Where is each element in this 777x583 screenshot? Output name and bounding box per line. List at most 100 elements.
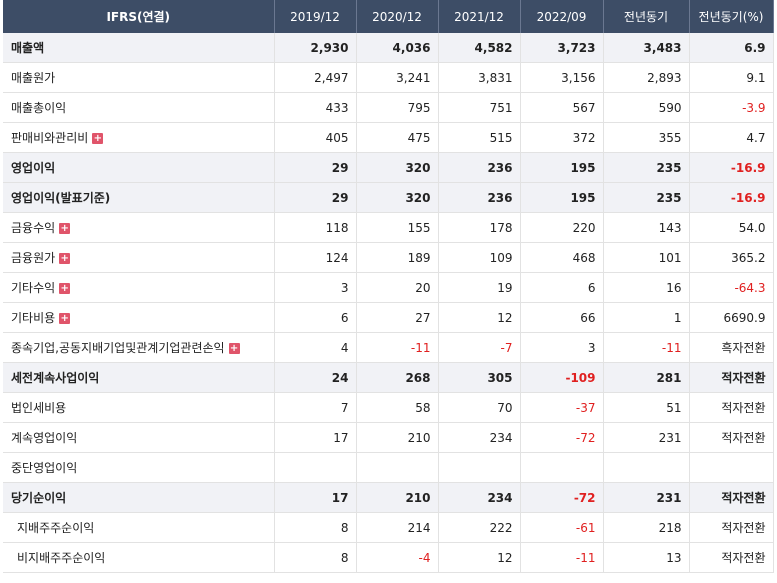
row-label-text: 금융원가 xyxy=(11,251,56,265)
value-cell: 101 xyxy=(603,242,690,273)
value-cell: -16.9 xyxy=(689,182,774,213)
value-cell: 355 xyxy=(603,122,690,153)
row-label: 매출총이익 xyxy=(3,92,275,123)
expand-plus-icon[interactable]: + xyxy=(59,253,71,264)
row-label-text: 기타수익 xyxy=(11,281,56,295)
value-cell: -61 xyxy=(520,512,604,543)
table-header-row: IFRS(연결) 2019/12 2020/12 2021/12 2022/09… xyxy=(3,0,774,33)
value-cell: -64.3 xyxy=(689,272,774,303)
row-label-text: 기타비용 xyxy=(11,311,56,325)
table-row: 종속기업,공동지배기업및관계기업관련손익 +4 -11 -7 3 -11 흑자전환 xyxy=(3,332,774,363)
row-label: 영업이익(발표기준) xyxy=(3,182,275,213)
value-cell: 적자전환 xyxy=(689,392,774,423)
value-cell: 9.1 xyxy=(689,62,774,93)
row-label-text: 매출총이익 xyxy=(11,101,67,115)
value-cell: 124 xyxy=(274,242,357,273)
table-row: 매출총이익 433 795 751 567 590 -3.9 xyxy=(3,92,774,123)
value-cell: 590 xyxy=(603,92,690,123)
value-cell: 7 xyxy=(274,392,357,423)
value-cell: 3,831 xyxy=(438,62,521,93)
value-cell: 268 xyxy=(356,362,439,393)
value-cell: 29 xyxy=(274,182,357,213)
value-cell: 70 xyxy=(438,392,521,423)
value-cell: 6 xyxy=(520,272,604,303)
table-row: 지배주주순이익 8 214 222 -61 218 적자전환 xyxy=(3,512,774,543)
value-cell: 3 xyxy=(520,332,604,363)
row-label: 영업이익 xyxy=(3,152,275,183)
value-cell: 4,582 xyxy=(438,33,521,63)
value-cell: 적자전환 xyxy=(689,482,774,513)
value-cell: 적자전환 xyxy=(689,422,774,453)
row-label: 판매비와관리비 + xyxy=(3,122,275,153)
value-cell: 12 xyxy=(438,542,521,573)
value-cell: 54.0 xyxy=(689,212,774,243)
expand-plus-icon[interactable]: + xyxy=(59,223,71,234)
row-label-text: 매출원가 xyxy=(11,71,56,85)
value-cell xyxy=(520,452,604,483)
row-label-text: 영업이익(발표기준) xyxy=(11,191,111,205)
value-cell: 118 xyxy=(274,212,357,243)
row-label: 기타비용 + xyxy=(3,302,275,333)
header-2022-09: 2022/09 xyxy=(520,0,604,33)
value-cell: 2,893 xyxy=(603,62,690,93)
value-cell: -11 xyxy=(603,332,690,363)
table-row: 중단영업이익 xyxy=(3,452,774,483)
value-cell: 234 xyxy=(438,422,521,453)
header-ifrs: IFRS(연결) xyxy=(3,0,275,33)
value-cell: 143 xyxy=(603,212,690,243)
value-cell: -72 xyxy=(520,482,604,513)
value-cell: 231 xyxy=(603,482,690,513)
table-row: 판매비와관리비 +405 475 515 372 355 4.7 xyxy=(3,122,774,153)
value-cell: -72 xyxy=(520,422,604,453)
row-label: 중단영업이익 xyxy=(3,452,275,483)
row-label-text: 종속기업,공동지배기업및관계기업관련손익 xyxy=(11,341,225,355)
expand-plus-icon[interactable]: + xyxy=(228,343,240,354)
expand-plus-icon[interactable]: + xyxy=(92,133,104,144)
value-cell: 475 xyxy=(356,122,439,153)
value-cell: -109 xyxy=(520,362,604,393)
row-label-text: 판매비와관리비 xyxy=(11,131,89,145)
value-cell: 236 xyxy=(438,152,521,183)
value-cell: -16.9 xyxy=(689,152,774,183)
row-label: 금융원가 + xyxy=(3,242,275,273)
value-cell: 189 xyxy=(356,242,439,273)
expand-plus-icon[interactable]: + xyxy=(59,283,71,294)
row-label-text: 비지배주주순이익 xyxy=(17,551,106,565)
row-label: 계속영업이익 xyxy=(3,422,275,453)
row-label-text: 당기순이익 xyxy=(11,491,67,505)
value-cell: 17 xyxy=(274,482,357,513)
value-cell: 365.2 xyxy=(689,242,774,273)
value-cell: 210 xyxy=(356,422,439,453)
value-cell: 적자전환 xyxy=(689,542,774,573)
value-cell: -11 xyxy=(520,542,604,573)
value-cell: 20 xyxy=(356,272,439,303)
header-2021-12: 2021/12 xyxy=(438,0,521,33)
value-cell: 4.7 xyxy=(689,122,774,153)
value-cell: 2,497 xyxy=(274,62,357,93)
value-cell: 66 xyxy=(520,302,604,333)
value-cell: 3,241 xyxy=(356,62,439,93)
table-row: 영업이익 29 320 236 195 235 -16.9 xyxy=(3,152,774,183)
value-cell: -7 xyxy=(438,332,521,363)
value-cell: 3 xyxy=(274,272,357,303)
table-row: 금융수익 +118 155 178 220 143 54.0 xyxy=(3,212,774,243)
table-row: 법인세비용 7 58 70 -37 51 적자전환 xyxy=(3,392,774,423)
expand-plus-icon[interactable]: + xyxy=(59,313,71,324)
value-cell: 4,036 xyxy=(356,33,439,63)
row-label: 종속기업,공동지배기업및관계기업관련손익 + xyxy=(3,332,275,363)
value-cell: -3.9 xyxy=(689,92,774,123)
row-label-text: 계속영업이익 xyxy=(11,431,78,445)
value-cell: -37 xyxy=(520,392,604,423)
value-cell: 236 xyxy=(438,182,521,213)
value-cell: 3,723 xyxy=(520,33,604,63)
value-cell: 58 xyxy=(356,392,439,423)
row-label: 법인세비용 xyxy=(3,392,275,423)
value-cell: 12 xyxy=(438,302,521,333)
table-row: 당기순이익 17 210 234 -72 231 적자전환 xyxy=(3,482,774,513)
value-cell: 751 xyxy=(438,92,521,123)
value-cell: 222 xyxy=(438,512,521,543)
value-cell: 109 xyxy=(438,242,521,273)
value-cell: 567 xyxy=(520,92,604,123)
value-cell: 29 xyxy=(274,152,357,183)
table-row: 세전계속사업이익 24 268 305 -109 281 적자전환 xyxy=(3,362,774,393)
